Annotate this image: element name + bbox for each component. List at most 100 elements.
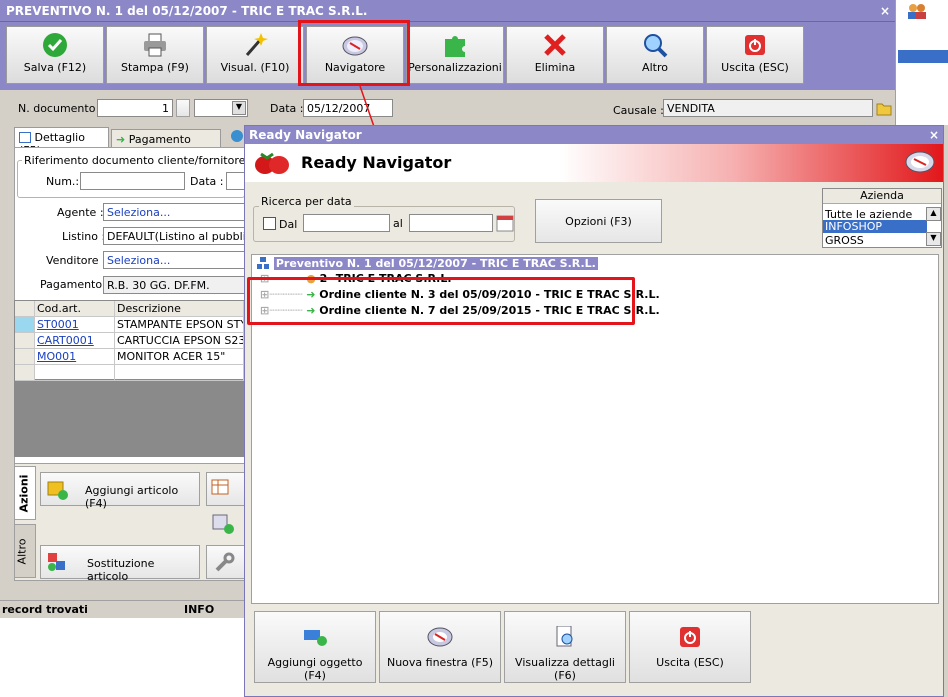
table-row-empty[interactable] (35, 365, 115, 381)
more-button[interactable]: Altro (606, 26, 704, 84)
row-indicator[interactable] (15, 349, 35, 365)
pagamento-label: Pagamento : (40, 278, 110, 291)
network-icon (257, 257, 269, 269)
table-row-code[interactable]: ST0001 (35, 317, 115, 333)
orders-highlight (247, 277, 635, 325)
azienda-header: Azienda (823, 189, 941, 204)
tab-pagamento[interactable]: ➜ Pagamento (F6) (111, 129, 221, 159)
magic-wand-icon (245, 33, 268, 56)
num-document-label: N. documento : (18, 102, 103, 115)
printer-icon (144, 33, 166, 57)
rif-num-label: Num.: (46, 175, 80, 188)
navigator-banner: Ready Navigator (245, 144, 943, 182)
compass-icon (905, 151, 935, 173)
riferimento-legend: Riferimento documento cliente/fornitore (22, 154, 248, 167)
blank-area (0, 618, 245, 697)
new-window-button[interactable]: Nuova finestra (F5) (379, 611, 501, 683)
grid-header-code[interactable]: Cod.art. (35, 301, 115, 317)
folder-icon[interactable] (876, 100, 892, 116)
al-field[interactable] (409, 214, 493, 232)
series-select[interactable]: ▼ (194, 99, 248, 117)
table-row-desc[interactable]: STAMPANTE EPSON STYLU (115, 317, 244, 333)
rif-date-label: Data : (190, 175, 224, 188)
print-button[interactable]: Stampa (F9) (106, 26, 204, 84)
document-search-icon (556, 626, 573, 647)
rif-num-field[interactable] (80, 172, 185, 190)
money-icon: ➜ (116, 133, 126, 146)
num-document-button[interactable] (176, 99, 190, 117)
save-label: Salva (F12) (23, 61, 87, 74)
grid-tool-button[interactable] (206, 472, 245, 506)
chevron-down-icon[interactable]: ▼ (232, 101, 246, 115)
magnifier-icon (644, 34, 668, 58)
tab-dettaglio[interactable]: Dettaglio (F5) (14, 127, 109, 157)
customize-label: Personalizzazioni (408, 61, 502, 74)
side-tab-azioni-label: Azioni (17, 474, 31, 513)
causale-label: Causale : (613, 104, 664, 117)
wrench-icon (215, 552, 235, 572)
add-article-button[interactable]: Aggiungi articolo (F4) (40, 472, 200, 510)
num-document-field[interactable]: 1 (97, 99, 173, 117)
venditore-field[interactable]: Seleziona... (103, 251, 245, 269)
calendar-icon[interactable] (496, 214, 514, 232)
visual-button[interactable]: Visual. (F10) (206, 26, 304, 84)
strawberry-icon (255, 152, 289, 174)
customize-button[interactable]: Personalizzazioni (406, 26, 504, 84)
table-row-desc[interactable]: CARTUCCIA EPSON S2343 (115, 333, 244, 349)
compass-icon (427, 627, 453, 647)
table-row-code[interactable]: CART0001 (35, 333, 115, 349)
navigator-highlight (298, 20, 410, 86)
copy-add-icon (212, 514, 234, 534)
globe-icon[interactable] (231, 130, 243, 142)
navigator-title-bar: Ready Navigator × (245, 126, 943, 144)
navigator-window: Ready Navigator × Ready Navigator Ricerc… (244, 125, 944, 697)
power-icon (680, 627, 700, 647)
add-object-icon (304, 630, 327, 646)
search-date-legend: Ricerca per data (259, 195, 354, 208)
save-button[interactable]: Salva (F12) (6, 26, 104, 84)
options-button[interactable]: Opzioni (F3) (535, 199, 662, 243)
selected-row[interactable] (898, 50, 948, 63)
exit-button[interactable]: Uscita (ESC) (706, 26, 804, 84)
side-tab-azioni[interactable]: Azioni (14, 466, 36, 520)
users-icon[interactable] (906, 2, 928, 20)
replace-article-button[interactable]: Sostituzione articolo (40, 545, 200, 583)
row-indicator[interactable] (15, 317, 35, 333)
window-title: PREVENTIVO N. 1 del 05/12/2007 - TRIC E … (6, 4, 368, 18)
delete-x-icon (544, 34, 566, 56)
table-row-code[interactable]: MO001 (35, 349, 115, 365)
grid-header-desc[interactable]: Descrizione (115, 301, 244, 317)
table-row-empty[interactable] (115, 365, 244, 381)
table-row-desc[interactable]: MONITOR ACER 15" (115, 349, 244, 365)
navigator-exit-button[interactable]: Uscita (ESC) (629, 611, 751, 683)
scroll-up-icon[interactable]: ▲ (926, 207, 941, 221)
listino-field[interactable]: DEFAULT(Listino al pubblico) (103, 227, 245, 245)
side-tab-altro[interactable]: Altro (14, 524, 36, 578)
tree-root[interactable]: Preventivo N. 1 del 05/12/2007 - TRIC E … (256, 256, 598, 270)
add-object-button[interactable]: Aggiungi oggetto (F4) (254, 611, 376, 683)
exit-label: Uscita (ESC) (721, 61, 789, 74)
causale-field[interactable]: VENDITA (663, 99, 873, 117)
dal-field[interactable] (303, 214, 390, 232)
right-side-panel (895, 0, 948, 125)
more-label: Altro (642, 61, 668, 74)
azienda-item-selected[interactable]: INFOSHOP (823, 220, 927, 233)
copy-add-button[interactable] (206, 508, 245, 540)
pagamento-field[interactable]: R.B. 30 GG. DF.FM. (103, 276, 245, 294)
replace-article-label: Sostituzione articolo (87, 557, 155, 583)
row-indicator[interactable] (15, 333, 35, 349)
agente-label: Agente : (57, 206, 104, 219)
delete-button[interactable]: Elimina (506, 26, 604, 84)
view-details-label: Visualizza dettagli (F6) (515, 656, 615, 682)
rif-date-field[interactable] (226, 172, 245, 190)
dal-checkbox[interactable] (263, 217, 276, 230)
tree-root-label: Preventivo N. 1 del 05/12/2007 - TRIC E … (273, 257, 598, 270)
row-indicator[interactable] (15, 365, 35, 381)
wrench-button[interactable] (206, 545, 245, 579)
scroll-down-icon[interactable]: ▼ (926, 232, 941, 246)
agente-field[interactable]: Seleziona... (103, 203, 245, 221)
view-details-button[interactable]: Visualizza dettagli (F6) (504, 611, 626, 683)
azienda-item[interactable]: GROSS (825, 234, 925, 247)
close-button[interactable]: × (880, 4, 890, 18)
navigator-close-button[interactable]: × (929, 128, 939, 142)
